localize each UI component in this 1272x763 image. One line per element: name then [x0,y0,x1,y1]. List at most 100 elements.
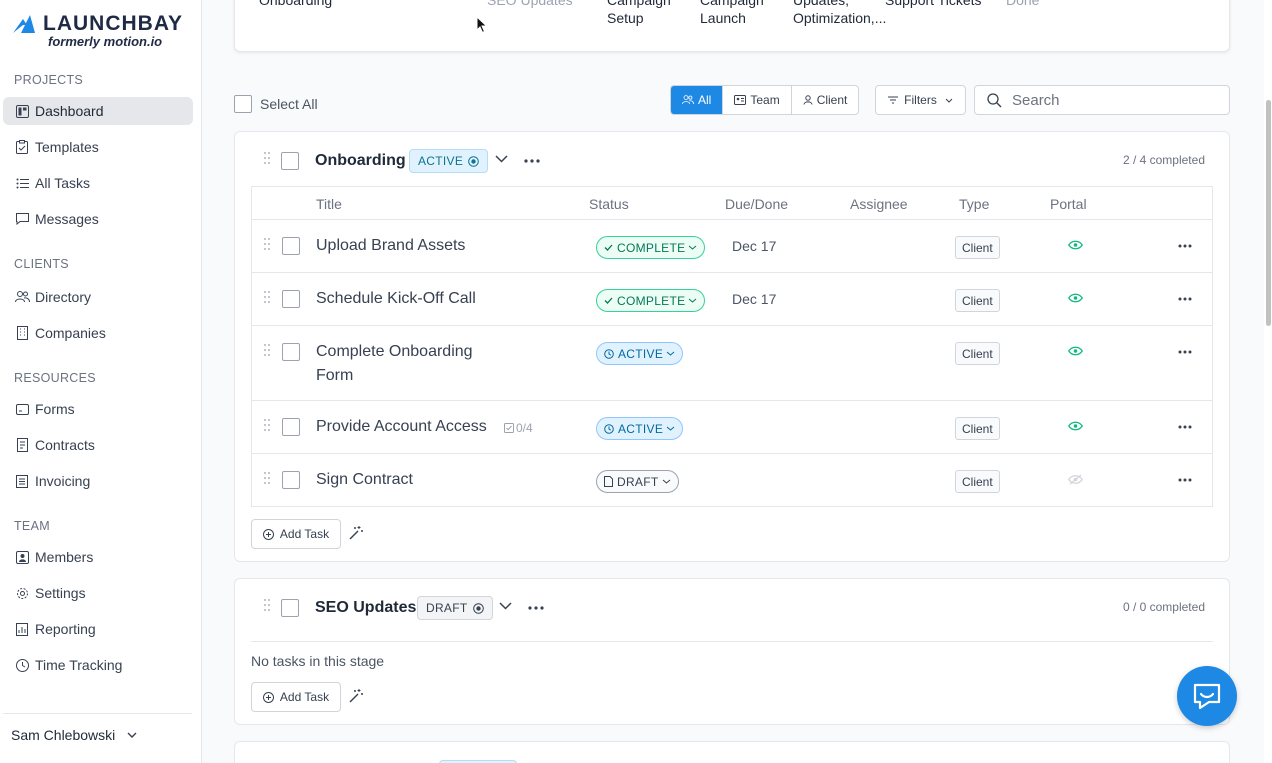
stage-strip-item[interactable]: SEO Updates [487,0,573,9]
stage-strip-item[interactable]: Support Tickets [885,0,982,9]
main-scrollbar[interactable] [1264,0,1272,763]
table-row[interactable]: Provide Account Access 0/4 ACTIVE Client [252,401,1212,454]
add-task-button[interactable]: Add Task [251,519,341,549]
chevron-down-icon [689,245,697,250]
stage-strip-item[interactable]: Campaign Launch [700,0,764,27]
task-title[interactable]: Complete Onboarding Form [316,340,473,388]
collapse-chevron-icon[interactable] [495,155,508,163]
task-checkbox[interactable] [282,237,300,255]
task-status-pill[interactable]: ACTIVE [596,417,684,440]
sidebar-item-label: Settings [35,585,86,601]
task-checkbox[interactable] [282,471,300,489]
table-row[interactable]: Complete Onboarding Form ACTIVE Client [252,326,1212,401]
stage-status-badge[interactable]: DRAFT [417,596,493,620]
drag-handle-icon[interactable] [264,419,272,435]
mouse-cursor-icon [476,16,488,34]
sidebar-item-members[interactable]: Members [3,543,193,571]
sidebar-item-templates[interactable]: Templates [3,133,193,161]
row-more-icon[interactable] [1178,244,1192,248]
sidebar-item-settings[interactable]: Settings [3,579,193,607]
task-checkbox[interactable] [282,343,300,361]
row-more-icon[interactable] [1178,425,1192,429]
filter-all-button[interactable]: All [671,86,724,114]
task-status-pill[interactable]: COMPLETE [596,289,706,312]
stages-strip: Onboarding SEO Updates Campaign Setup Ca… [234,0,1230,52]
table-row[interactable]: Upload Brand Assets COMPLETE Dec 17 Clie… [252,220,1212,273]
task-title[interactable]: Provide Account Access [316,415,487,439]
brand-logo[interactable]: LAUNCHBAY formerly motion.io [11,12,183,49]
more-options-icon[interactable] [524,159,540,163]
chevron-down-icon [666,351,675,356]
sidebar-item-directory[interactable]: Directory [3,283,193,311]
filters-button[interactable]: Filters [875,85,966,115]
member-icon [14,549,30,565]
stage-strip-item[interactable]: Done [1006,0,1039,9]
search-box [974,85,1230,115]
stage-checkbox[interactable] [281,599,299,617]
sidebar-item-forms[interactable]: Forms [3,395,193,423]
search-input[interactable] [1012,91,1212,109]
row-more-icon[interactable] [1178,297,1192,301]
stage-status-badge[interactable]: ACTIVE [409,149,489,173]
task-status-pill[interactable]: COMPLETE [596,236,706,259]
add-task-button[interactable]: Add Task [251,682,341,712]
sidebar-item-contracts[interactable]: Contracts [3,431,193,459]
stage-checkbox[interactable] [281,152,299,170]
chat-launcher-button[interactable] [1177,666,1237,726]
magic-wand-icon[interactable] [348,525,364,541]
stage-title[interactable]: Onboarding [315,152,406,170]
collapse-chevron-icon[interactable] [499,602,512,610]
task-title[interactable]: Schedule Kick-Off Call [316,287,476,311]
drag-handle-icon[interactable] [264,344,272,360]
portal-hidden-icon[interactable] [1068,474,1083,485]
sidebar-item-dashboard[interactable]: Dashboard [3,97,193,125]
drag-handle-icon[interactable] [264,291,272,307]
task-checkbox[interactable] [282,290,300,308]
user-menu[interactable]: Sam Chlebowski [11,727,137,743]
task-due: Dec 17 [732,238,777,254]
stage-strip-item[interactable]: Onboarding [259,0,332,9]
empty-stage-message: No tasks in this stage [251,653,385,669]
portal-visible-icon[interactable] [1068,421,1083,431]
select-all[interactable]: Select All [234,95,318,113]
sidebar-item-invoicing[interactable]: Invoicing [3,467,193,495]
magic-wand-icon[interactable] [348,688,364,704]
task-status-pill[interactable]: DRAFT [596,470,679,493]
stage-title[interactable]: SEO Updates [315,599,416,617]
portal-visible-icon[interactable] [1068,346,1083,356]
filter-team-button[interactable]: Team [723,86,792,114]
scrollbar-thumb[interactable] [1266,100,1271,326]
sidebar-item-all-tasks[interactable]: All Tasks [3,169,193,197]
table-row[interactable]: Schedule Kick-Off Call COMPLETE Dec 17 C… [252,273,1212,326]
sidebar-item-reporting[interactable]: Reporting [3,615,193,643]
task-checkbox[interactable] [282,418,300,436]
drag-handle-icon[interactable] [264,152,272,168]
stage-card-seo-updates: SEO Updates DRAFT 0 / 0 completed No tas… [234,578,1230,725]
task-title[interactable]: Sign Contract [316,468,413,492]
task-status-pill[interactable]: ACTIVE [596,342,684,365]
row-more-icon[interactable] [1178,350,1192,354]
select-all-checkbox[interactable] [234,95,252,113]
plus-circle-icon [262,691,274,703]
drag-handle-icon[interactable] [264,472,272,488]
stage-strip-item[interactable]: Updates, Optimization,... [793,0,886,27]
filter-client-label: Client [816,93,848,107]
portal-visible-icon[interactable] [1068,240,1083,250]
chevron-down-icon [689,298,697,303]
row-more-icon[interactable] [1178,478,1192,482]
sidebar-item-time-tracking[interactable]: Time Tracking [3,651,193,679]
portal-visible-icon[interactable] [1068,293,1083,303]
drag-handle-icon[interactable] [264,599,272,615]
stage-card-partial [234,741,1230,763]
sidebar-item-companies[interactable]: Companies [3,319,193,347]
drag-handle-icon[interactable] [264,238,272,254]
stage-strip-item[interactable]: Campaign Setup [607,0,671,27]
task-title[interactable]: Upload Brand Assets [316,234,465,258]
sidebar-item-label: Dashboard [35,103,104,119]
more-options-icon[interactable] [528,606,544,610]
filter-client-button[interactable]: Client [792,86,859,114]
brand-subtitle: formerly motion.io [48,34,163,49]
stage-status-label: ACTIVE [418,154,464,168]
table-row[interactable]: Sign Contract DRAFT Client [252,454,1212,506]
sidebar-item-messages[interactable]: Messages [3,205,193,233]
